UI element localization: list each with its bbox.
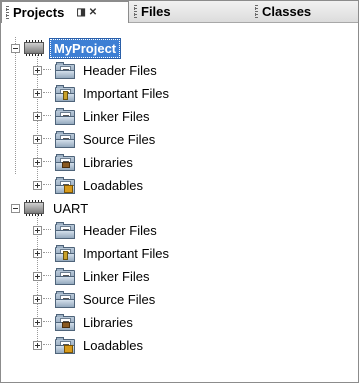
drag-grip-icon[interactable] bbox=[255, 5, 258, 18]
project-name[interactable]: MyProject bbox=[48, 37, 122, 59]
tab-classes-label: Classes bbox=[262, 4, 312, 19]
tree-node-linker-files[interactable]: Linker Files bbox=[33, 106, 149, 126]
tab-files[interactable]: Files bbox=[130, 1, 250, 22]
loadables-folder-icon bbox=[55, 176, 75, 194]
tab-classes[interactable]: Classes bbox=[251, 1, 358, 22]
chip-project-icon bbox=[24, 200, 44, 216]
expand-toggle-icon[interactable] bbox=[33, 157, 42, 167]
tree-node-loadables[interactable]: Loadables bbox=[33, 335, 143, 355]
expand-toggle-icon[interactable] bbox=[33, 134, 42, 144]
tree-node-source-files[interactable]: Source Files bbox=[33, 289, 155, 309]
chip-project-icon bbox=[24, 40, 44, 56]
tree-node-label: Important Files bbox=[83, 245, 169, 261]
header-files-folder-icon bbox=[55, 61, 75, 79]
tree-node-source-files[interactable]: Source Files bbox=[33, 129, 155, 149]
source-files-folder-icon bbox=[55, 130, 75, 148]
expand-toggle-icon[interactable] bbox=[33, 271, 42, 281]
tree-node-libraries[interactable]: Libraries bbox=[33, 152, 133, 172]
tree-node-label: Linker Files bbox=[83, 268, 150, 284]
libraries-folder-icon bbox=[55, 153, 75, 171]
expand-toggle-icon[interactable] bbox=[33, 225, 42, 235]
tab-bar: Projects ◨ ✕ Files Classes bbox=[1, 1, 358, 23]
tree-node-label: Loadables bbox=[83, 177, 143, 193]
tree-node-header-files[interactable]: Header Files bbox=[33, 60, 157, 80]
tree-node-loadables[interactable]: Loadables bbox=[33, 175, 143, 195]
drag-grip-icon[interactable] bbox=[6, 6, 9, 19]
expand-toggle-icon[interactable] bbox=[33, 294, 42, 304]
important-files-folder-icon bbox=[55, 84, 75, 102]
drag-grip-icon[interactable] bbox=[134, 5, 137, 18]
expand-toggle-icon[interactable] bbox=[33, 180, 42, 190]
important-files-folder-icon bbox=[55, 244, 75, 262]
expand-toggle-icon[interactable] bbox=[33, 340, 42, 350]
loadables-folder-icon bbox=[55, 336, 75, 354]
linker-files-folder-icon bbox=[55, 107, 75, 125]
tree-node-label: Source Files bbox=[83, 131, 156, 147]
tree-node-label: Libraries bbox=[83, 154, 133, 170]
expand-toggle-icon[interactable] bbox=[33, 317, 42, 327]
close-icon[interactable]: ✕ bbox=[89, 7, 97, 18]
collapse-toggle-icon[interactable] bbox=[11, 203, 20, 213]
tree-node-header-files[interactable]: Header Files bbox=[33, 220, 157, 240]
expand-toggle-icon[interactable] bbox=[33, 248, 42, 258]
collapse-toggle-icon[interactable] bbox=[11, 43, 20, 53]
expand-toggle-icon[interactable] bbox=[33, 65, 42, 75]
tree-node-label: Important Files bbox=[83, 85, 169, 101]
tree-node-project-uart[interactable]: UART bbox=[11, 198, 91, 218]
tab-projects[interactable]: Projects ◨ ✕ bbox=[1, 1, 129, 23]
tab-files-label: Files bbox=[141, 4, 171, 19]
tree-node-libraries[interactable]: Libraries bbox=[33, 312, 133, 332]
header-files-folder-icon bbox=[55, 221, 75, 239]
tree-node-project-myproject[interactable]: MyProject bbox=[11, 37, 122, 59]
tree-node-important-files[interactable]: Important Files bbox=[33, 243, 169, 263]
expand-toggle-icon[interactable] bbox=[33, 111, 42, 121]
source-files-folder-icon bbox=[55, 290, 75, 308]
tree-node-label: Loadables bbox=[83, 337, 143, 353]
tree-node-linker-files[interactable]: Linker Files bbox=[33, 266, 149, 286]
project-name[interactable]: UART bbox=[50, 200, 91, 217]
tree-node-label: Linker Files bbox=[83, 108, 150, 124]
tree-node-label: Header Files bbox=[83, 222, 157, 238]
linker-files-folder-icon bbox=[55, 267, 75, 285]
tab-projects-label: Projects bbox=[13, 5, 65, 20]
tree-node-label: Libraries bbox=[83, 314, 133, 330]
tree-node-important-files[interactable]: Important Files bbox=[33, 83, 169, 103]
tree-node-label: Source Files bbox=[83, 291, 156, 307]
minimize-icon[interactable]: ◨ bbox=[76, 7, 85, 18]
projects-window: Projects ◨ ✕ Files Classes MyProject Hea… bbox=[0, 0, 359, 383]
libraries-folder-icon bbox=[55, 313, 75, 331]
project-tree: MyProject Header Files Important Files L… bbox=[1, 23, 358, 382]
expand-toggle-icon[interactable] bbox=[33, 88, 42, 98]
tree-node-label: Header Files bbox=[83, 62, 157, 78]
